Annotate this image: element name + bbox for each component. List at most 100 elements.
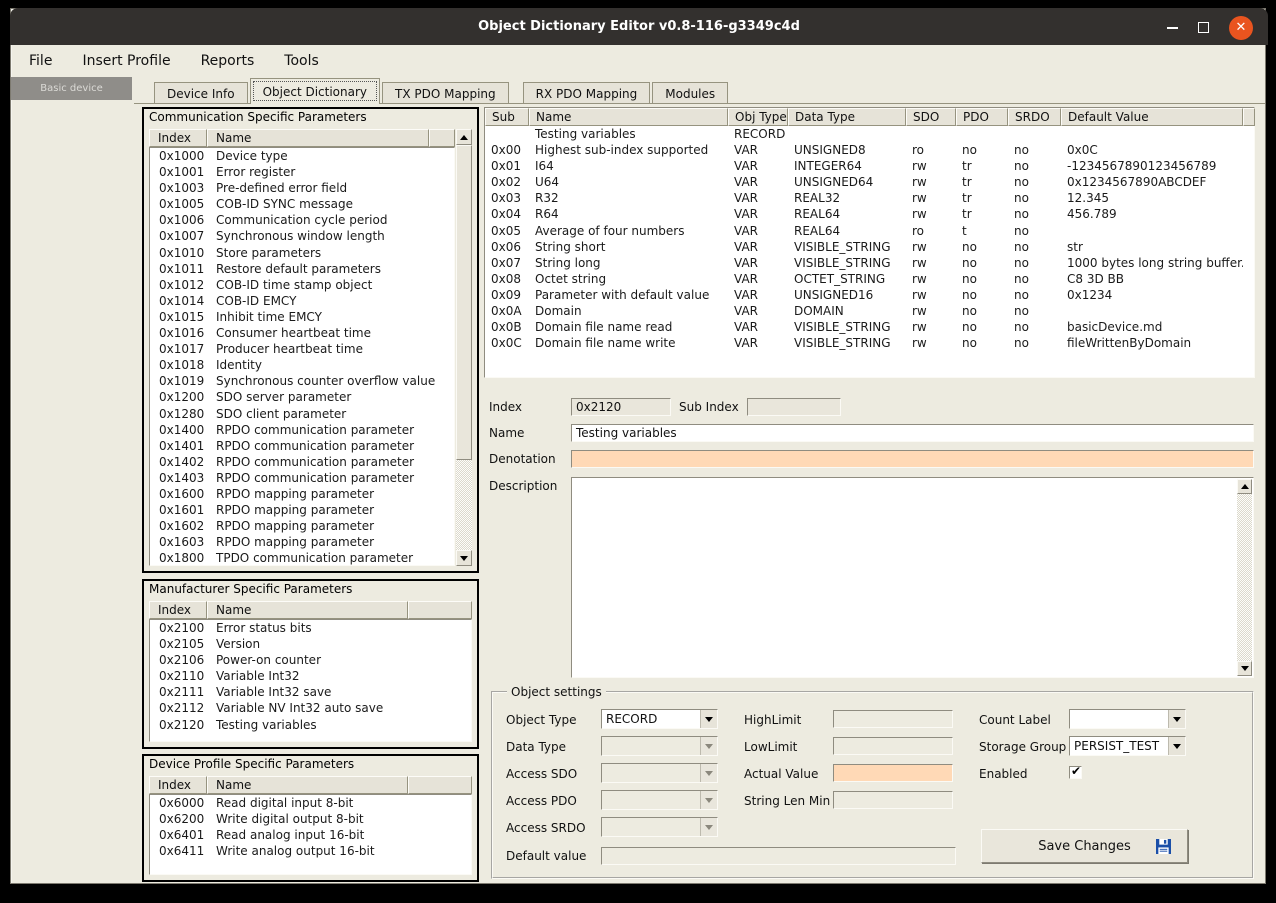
table-row[interactable]: 0x2106 Power-on counter (150, 652, 471, 668)
tab-rx-pdo-mapping[interactable]: RX PDO Mapping (523, 82, 651, 104)
menu-insert-profile[interactable]: Insert Profile (82, 53, 170, 69)
close-icon[interactable]: ✕ (1229, 16, 1253, 40)
table-row[interactable]: Testing variables RECORD (485, 126, 1254, 142)
table-row[interactable]: 0x1200 SDO server parameter (150, 389, 454, 405)
table-row[interactable]: 0x1018 Identity (150, 357, 454, 373)
object-type-select[interactable]: RECORD (601, 709, 718, 729)
menu-file[interactable]: File (29, 53, 52, 69)
scroll-up-icon[interactable] (1237, 479, 1252, 494)
scroll-up-icon[interactable] (456, 129, 472, 145)
table-row[interactable]: 0x0B Domain file name read VAR VISIBLE_S… (485, 319, 1254, 335)
chevron-down-icon[interactable] (700, 710, 717, 728)
table-row[interactable]: 0x2100 Error status bits (150, 620, 471, 636)
table-row[interactable]: 0x1017 Producer heartbeat time (150, 341, 454, 357)
table-row[interactable]: 0x1603 RPDO mapping parameter (150, 534, 454, 550)
scrollbar-thumb[interactable] (456, 145, 472, 460)
table-row[interactable]: 0x1600 RPDO mapping parameter (150, 486, 454, 502)
table-row[interactable]: 0x09 Parameter with default value VAR UN… (485, 287, 1254, 303)
menu-tools[interactable]: Tools (284, 53, 319, 69)
table-row[interactable]: 0x6411 Write analog output 16-bit (150, 843, 471, 859)
tab-object-dictionary[interactable]: Object Dictionary (250, 78, 380, 104)
column-header-name[interactable]: Name (207, 601, 408, 619)
table-row[interactable]: 0x05 Average of four numbers VAR REAL64 … (485, 223, 1254, 239)
scroll-down-icon[interactable] (1237, 661, 1252, 676)
table-row[interactable]: 0x1011 Restore default parameters (150, 261, 454, 277)
table-row[interactable]: 0x1280 SDO client parameter (150, 406, 454, 422)
description-scrollbar[interactable] (1237, 479, 1252, 676)
scrollbar-track[interactable] (1237, 494, 1252, 661)
actual-value-field[interactable] (833, 764, 953, 782)
table-row[interactable]: 0x08 Octet string VAR OCTET_STRING rw no… (485, 271, 1254, 287)
table-row[interactable]: 0x00 Highest sub-index supported VAR UNS… (485, 142, 1254, 158)
column-header-obj-type[interactable]: Obj Type (728, 108, 788, 126)
table-row[interactable]: 0x0A Domain VAR DOMAIN rw no no (485, 303, 1254, 319)
column-header-default-value[interactable]: Default Value (1061, 108, 1243, 126)
table-row[interactable]: 0x1402 RPDO communication parameter (150, 454, 454, 470)
table-row[interactable]: 0x1019 Synchronous counter overflow valu… (150, 373, 454, 389)
table-row[interactable]: 0x1010 Store parameters (150, 245, 454, 261)
table-row[interactable]: 0x01 I64 VAR INTEGER64 rw tr no -1234567… (485, 158, 1254, 174)
column-header-pdo[interactable]: PDO (956, 108, 1008, 126)
communication-params-scrollbar[interactable] (456, 129, 472, 566)
description-field[interactable] (571, 477, 1254, 678)
tab-tx-pdo-mapping[interactable]: TX PDO Mapping (382, 82, 509, 104)
count-label-select[interactable] (1069, 709, 1186, 729)
denotation-field[interactable] (571, 450, 1254, 468)
column-header-sub[interactable]: Sub (485, 108, 529, 126)
scroll-down-icon[interactable] (456, 550, 472, 566)
table-row[interactable]: 0x07 String long VAR VISIBLE_STRING rw n… (485, 255, 1254, 271)
table-row[interactable]: 0x1000 Device type (150, 148, 454, 164)
table-row[interactable]: 0x1400 RPDO communication parameter (150, 422, 454, 438)
name-field[interactable]: Testing variables (571, 424, 1254, 442)
table-row[interactable]: 0x2111 Variable Int32 save (150, 684, 471, 700)
table-row[interactable]: 0x2110 Variable Int32 (150, 668, 471, 684)
minimize-icon[interactable] (1167, 27, 1178, 29)
column-header-name[interactable]: Name (207, 129, 429, 147)
table-row[interactable]: 0x1800 TPDO communication parameter (150, 550, 454, 566)
table-row[interactable]: 0x02 U64 VAR UNSIGNED64 rw tr no 0x12345… (485, 174, 1254, 190)
table-row[interactable]: 0x2105 Version (150, 636, 471, 652)
table-row[interactable]: 0x1601 RPDO mapping parameter (150, 502, 454, 518)
index-field[interactable]: 0x2120 (571, 398, 671, 416)
column-header-data-type[interactable]: Data Type (788, 108, 906, 126)
column-header-index[interactable]: Index (149, 129, 207, 147)
table-row[interactable]: 0x2120 Testing variables (150, 717, 471, 733)
table-row[interactable]: 0x1001 Error register (150, 164, 454, 180)
column-header-index[interactable]: Index (149, 776, 207, 794)
column-header-index[interactable]: Index (149, 601, 207, 619)
table-row[interactable]: 0x0C Domain file name write VAR VISIBLE_… (485, 335, 1254, 351)
maximize-icon[interactable] (1198, 22, 1209, 33)
table-row[interactable]: 0x1016 Consumer heartbeat time (150, 325, 454, 341)
save-changes-button[interactable]: Save Changes (981, 829, 1188, 863)
table-row[interactable]: 0x03 R32 VAR REAL32 rw tr no 12.345 (485, 190, 1254, 206)
table-row[interactable]: 0x1401 RPDO communication parameter (150, 438, 454, 454)
table-row[interactable]: 0x06 String short VAR VISIBLE_STRING rw … (485, 239, 1254, 255)
column-header-name[interactable]: Name (207, 776, 408, 794)
table-row[interactable]: 0x1012 COB-ID time stamp object (150, 277, 454, 293)
table-row[interactable]: 0x1602 RPDO mapping parameter (150, 518, 454, 534)
device-tab-basic-device[interactable]: Basic device (11, 77, 132, 100)
storage-group-select[interactable]: PERSIST_TEST (1069, 736, 1186, 756)
table-row[interactable]: 0x2112 Variable NV Int32 auto save (150, 700, 471, 716)
table-row[interactable]: 0x1007 Synchronous window length (150, 228, 454, 244)
table-row[interactable]: 0x1014 COB-ID EMCY (150, 293, 454, 309)
table-row[interactable]: 0x1003 Pre-defined error field (150, 180, 454, 196)
chevron-down-icon[interactable] (1168, 737, 1185, 755)
table-row[interactable]: 0x1006 Communication cycle period (150, 212, 454, 228)
tab-device-info[interactable]: Device Info (154, 82, 248, 104)
table-row[interactable]: 0x1403 RPDO communication parameter (150, 470, 454, 486)
table-row[interactable]: 0x04 R64 VAR REAL64 rw tr no 456.789 (485, 206, 1254, 222)
table-row[interactable]: 0x6200 Write digital output 8-bit (150, 811, 471, 827)
table-row[interactable]: 0x1015 Inhibit time EMCY (150, 309, 454, 325)
table-row[interactable]: 0x6401 Read analog input 16-bit (150, 827, 471, 843)
table-row[interactable]: 0x1005 COB-ID SYNC message (150, 196, 454, 212)
column-header-name[interactable]: Name (529, 108, 728, 126)
tab-modules[interactable]: Modules (652, 82, 728, 104)
subindex-field[interactable] (747, 398, 841, 416)
table-row[interactable]: 0x6000 Read digital input 8-bit (150, 795, 471, 811)
scrollbar-track[interactable] (456, 145, 472, 550)
menu-reports[interactable]: Reports (201, 53, 255, 69)
enabled-checkbox[interactable]: ✔ (1069, 766, 1082, 779)
column-header-sdo[interactable]: SDO (906, 108, 956, 126)
chevron-down-icon[interactable] (1168, 710, 1185, 728)
